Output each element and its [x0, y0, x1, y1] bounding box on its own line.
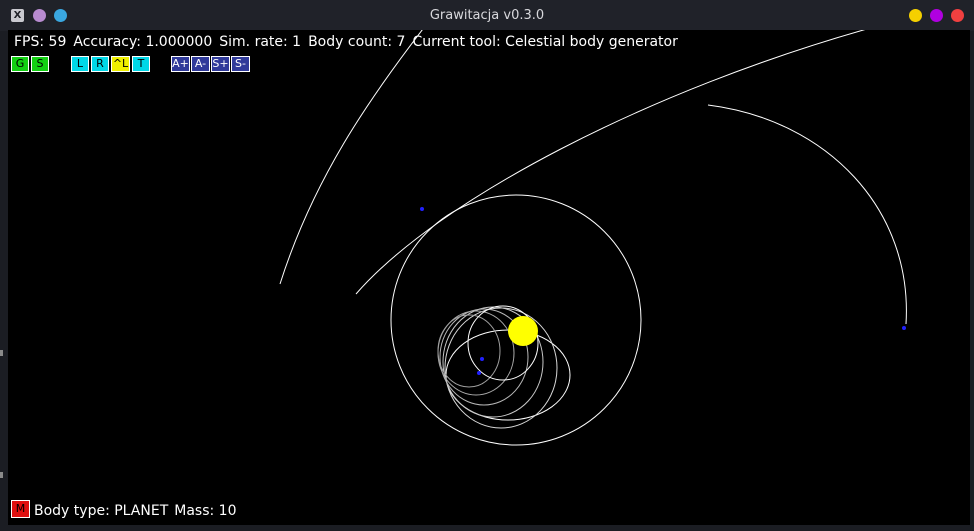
app-window: X Grawitacja v0.3.0 FPS: 59 Accuracy: 1.… [0, 0, 974, 531]
body-type-readout: Body type: PLANET [34, 503, 169, 519]
fps-readout: FPS: 59 [14, 34, 67, 50]
mass-readout: Mass: 10 [174, 503, 237, 519]
accuracy-readout: Accuracy: 1.000000 [73, 34, 213, 50]
title-bar: X Grawitacja v0.3.0 [0, 0, 974, 31]
planet-body[interactable] [477, 371, 481, 375]
body-info: Body type: PLANET Mass: 10 [34, 503, 242, 519]
star-body[interactable] [508, 316, 538, 346]
generator-button[interactable]: G [11, 56, 29, 72]
trajectory-escape [279, 30, 423, 285]
sim-rate-readout: Sim. rate: 1 [219, 34, 302, 50]
sim-rate-decrease-button[interactable]: S- [231, 56, 250, 72]
simulation-scene [279, 30, 907, 446]
status-bar: FPS: 59 Accuracy: 1.000000 Sim. rate: 1 Bod… [14, 34, 685, 50]
trajectory-right-arc [707, 104, 907, 325]
lock-lines-button[interactable]: ^L [111, 56, 130, 72]
current-tool-readout: Current tool: Celestial body generator [412, 34, 678, 50]
planet-body[interactable] [480, 357, 484, 361]
planet-body[interactable] [902, 326, 906, 330]
accuracy-increase-button[interactable]: A+ [171, 56, 190, 72]
toggle-lines-button[interactable]: L [71, 56, 89, 72]
trails-button[interactable]: T [132, 56, 150, 72]
body-count-readout: Body count: 7 [308, 34, 406, 50]
accuracy-decrease-button[interactable]: A- [191, 56, 210, 72]
planet-body[interactable] [420, 207, 424, 211]
window-title: Grawitacja v0.3.0 [429, 8, 545, 23]
window-close-button[interactable] [951, 9, 964, 22]
select-button[interactable]: S [31, 56, 49, 72]
trajectory-long-arc [355, 30, 866, 295]
window-maximize-button[interactable] [930, 9, 943, 22]
body-mode-button[interactable]: M [11, 500, 30, 518]
edge-marker [0, 350, 3, 356]
reset-button[interactable]: R [91, 56, 109, 72]
orbit-inner [444, 307, 558, 429]
edge-marker [0, 472, 3, 478]
simulation-canvas[interactable]: FPS: 59 Accuracy: 1.000000 Sim. rate: 1 Bod… [8, 30, 970, 525]
sim-rate-increase-button[interactable]: S+ [211, 56, 230, 72]
window-minimize-button[interactable] [909, 9, 922, 22]
